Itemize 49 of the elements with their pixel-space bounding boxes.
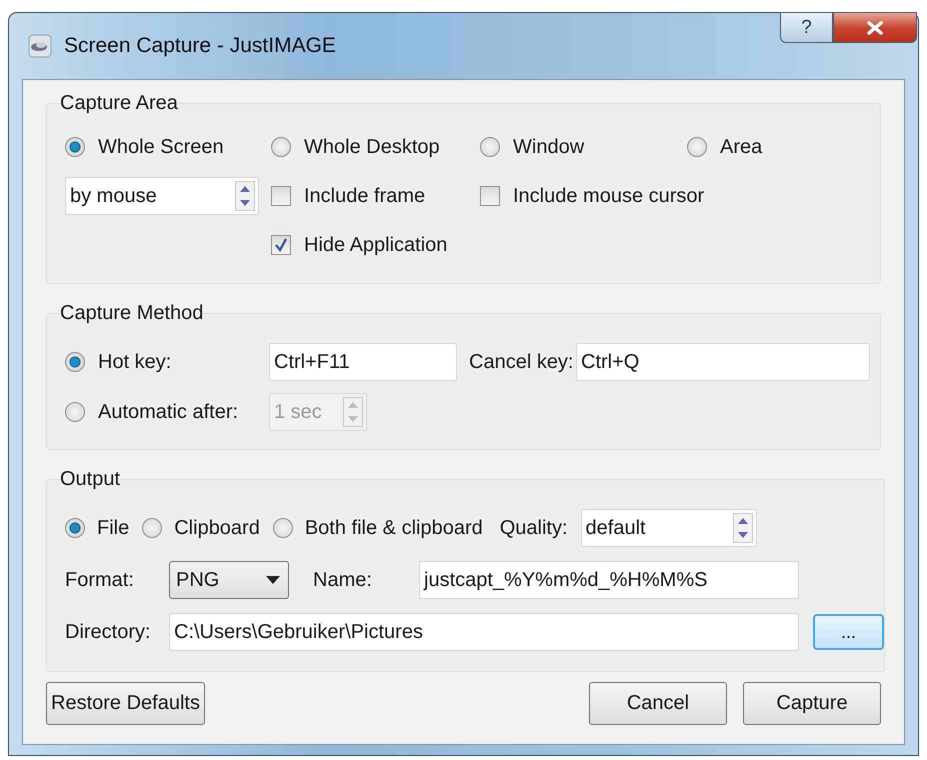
radio-icon[interactable]	[65, 352, 85, 372]
format-dropdown[interactable]: PNG	[169, 561, 289, 599]
radio-option[interactable]: Whole Screen	[65, 129, 271, 165]
radio-option[interactable]: Clipboard	[142, 516, 260, 540]
checkbox-icon[interactable]	[480, 186, 500, 206]
field-label: Cancel key:	[468, 350, 574, 374]
radio-icon[interactable]	[272, 518, 293, 538]
radio-option[interactable]: Window	[480, 129, 687, 165]
radio-icon[interactable]	[142, 518, 162, 538]
app-icon	[28, 34, 52, 58]
checkbox-option[interactable]: Include frame	[271, 178, 480, 214]
hot-key-field[interactable]: Ctrl+F11	[269, 343, 457, 381]
capture-button[interactable]: Capture	[743, 682, 881, 725]
close-button[interactable]	[833, 12, 917, 43]
cancel-key-field[interactable]: Ctrl+Q	[576, 343, 870, 381]
radio-icon[interactable]	[480, 137, 500, 157]
field-label: Quality:	[500, 516, 568, 540]
group-title: Capture Method	[60, 302, 204, 325]
radio-icon[interactable]	[65, 518, 85, 538]
radio-icon[interactable]	[65, 137, 85, 157]
browse-button[interactable]: ...	[813, 614, 884, 650]
checkbox-option[interactable]: Hide Application	[271, 227, 480, 263]
radio-option[interactable]: Area	[687, 129, 762, 165]
quality-spin-field[interactable]: default	[580, 509, 757, 547]
spin-field[interactable]: by mouse	[65, 177, 259, 215]
restore-defaults-button[interactable]: Restore Defaults	[46, 682, 205, 725]
checkbox-icon[interactable]	[271, 235, 291, 255]
field-label: Format:	[65, 568, 135, 592]
radio-icon[interactable]	[271, 137, 291, 157]
window-title: Screen Capture - JustIMAGE	[64, 34, 336, 58]
cancel-button[interactable]: Cancel	[589, 682, 727, 725]
radio-option[interactable]: Both file & clipboard	[272, 516, 483, 540]
field-label: Directory:	[65, 620, 152, 644]
radio-option[interactable]: Automatic after:	[65, 400, 269, 424]
radio-option[interactable]: Whole Desktop	[271, 129, 480, 165]
help-button[interactable]: ?	[780, 12, 833, 43]
group-title: Capture Area	[60, 92, 178, 115]
field-label: Name:	[312, 568, 373, 592]
radio-option[interactable]: File	[65, 516, 130, 540]
directory-field[interactable]: C:\Users\Gebruiker\Pictures	[169, 613, 799, 651]
checkbox-option[interactable]: Include mouse cursor	[480, 178, 762, 214]
radio-icon[interactable]	[65, 402, 85, 422]
name-field[interactable]: justcapt_%Y%m%d_%H%M%S	[419, 561, 799, 599]
checkbox-icon[interactable]	[271, 186, 291, 206]
radio-option[interactable]: Hot key:	[65, 350, 269, 374]
close-icon	[866, 20, 884, 34]
group-title: Output	[60, 468, 120, 491]
radio-icon[interactable]	[687, 137, 707, 157]
caret-icon	[266, 576, 280, 584]
